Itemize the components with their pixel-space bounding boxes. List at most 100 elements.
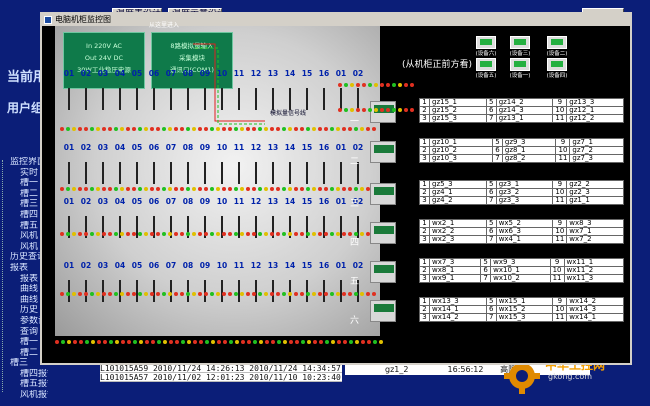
device-icon[interactable]: (设备一): [508, 58, 532, 79]
led-indicator: [264, 187, 268, 191]
led-indicator: [318, 127, 322, 131]
device-icon[interactable]: (设备四): [545, 58, 569, 79]
temperature-meter[interactable]: [370, 183, 396, 205]
grid-row[interactable]: 3 gz4_2 7 gz3_3 11 gz1_1: [419, 196, 624, 205]
led-indicator: [398, 108, 402, 112]
terminal-number: 10: [216, 261, 228, 270]
led-indicator: [132, 292, 136, 296]
led-indicator: [114, 187, 118, 191]
terminal-strip: [272, 162, 274, 184]
led-indicator: [276, 232, 280, 236]
grid-row[interactable]: 3 gz15_3 7 gz13_1 11 gz12_2: [419, 114, 624, 123]
temperature-meter[interactable]: [370, 141, 396, 163]
led-indicator: [318, 292, 322, 296]
terminal-strip: [306, 88, 308, 110]
led-indicator: [84, 127, 88, 131]
led-indicator: [300, 232, 304, 236]
window-app-icon: [44, 16, 52, 24]
terminal-label: 16: [318, 144, 330, 152]
device-icon[interactable]: (设备六): [474, 36, 498, 57]
led-indicator: [313, 340, 317, 344]
led-indicator: [258, 292, 262, 296]
led-indicator: [222, 187, 226, 191]
terminal-number: 10: [216, 69, 228, 78]
terminal-label: 09: [199, 198, 211, 206]
led-indicator: [348, 127, 352, 131]
grid-row[interactable]: 3 wx9_1 7 wx10_2 11 wx11_3: [419, 274, 625, 283]
led-indicator: [210, 127, 214, 131]
led-indicator: [350, 83, 354, 87]
led-indicator: [306, 232, 310, 236]
led-indicator: [198, 187, 202, 191]
led-indicator: [162, 292, 166, 296]
temperature-meter[interactable]: [370, 261, 396, 283]
grid-index-cell: 3: [419, 235, 430, 244]
terminal-strip: [221, 88, 223, 110]
led-indicator: [151, 340, 155, 344]
device-caption: (设备一): [509, 73, 531, 79]
led-indicator: [168, 232, 172, 236]
device-icon[interactable]: (设备五): [474, 58, 498, 79]
grid-tag-cell: wx10_2: [490, 274, 551, 283]
terminal-label: 01: [63, 144, 75, 152]
grid-index-cell: 11: [552, 313, 568, 322]
led-indicator: [367, 340, 371, 344]
terminal-number: 05: [131, 261, 143, 270]
terminal-number: 14: [284, 69, 296, 78]
terminal-label: 02: [80, 198, 92, 206]
record-row[interactable]: L101015A57 2010/11/02 12:01:23 2010/11/1…: [100, 373, 342, 382]
led-indicator: [270, 232, 274, 236]
led-indicator: [174, 187, 178, 191]
led-indicator: [138, 187, 142, 191]
window-titlebar[interactable]: 电脑机柜监控图: [42, 14, 630, 26]
led-indicator: [404, 108, 408, 112]
front-view-note: (从机柜正前方看): [402, 60, 473, 70]
led-indicator: [336, 187, 340, 191]
terminal-label: 10: [216, 262, 228, 270]
grid-index-cell: 11: [552, 196, 568, 205]
led-indicator: [72, 187, 76, 191]
terminal-label: 01: [335, 262, 347, 270]
temperature-meter[interactable]: [370, 222, 396, 244]
terminal-number: 13: [267, 69, 279, 78]
grid-row[interactable]: 3 gz10_3 7 gz8_2 11 gz7_3: [419, 154, 624, 163]
led-indicator: [312, 232, 316, 236]
led-indicator: [126, 127, 130, 131]
led-indicator: [264, 292, 268, 296]
led-indicator: [331, 340, 335, 344]
grid-tag-cell: gz7_3: [569, 154, 624, 163]
led-indicator: [115, 340, 119, 344]
terminal-label: 12: [250, 144, 262, 152]
terminal-number: 05: [131, 143, 143, 152]
terminal-label: 15: [301, 262, 313, 270]
led-indicator: [198, 127, 202, 131]
device-icon[interactable]: (设备二): [545, 36, 569, 57]
nav-tree-item[interactable]: 槽五报警设置: [0, 379, 48, 390]
grid-row[interactable]: 3 wx14_2 7 wx15_3 11 wx14_1: [419, 313, 624, 322]
led-indicator: [132, 232, 136, 236]
terminal-number: 02: [80, 143, 92, 152]
led-indicator: [222, 292, 226, 296]
grid-row[interactable]: 3 wx2_3 7 wx4_1 11 wx7_2: [419, 235, 624, 244]
terminal-label: 14: [284, 198, 296, 206]
led-row: [59, 126, 377, 132]
terminal-label: 09: [199, 70, 211, 78]
grid-tag-cell: gz1_1: [566, 196, 624, 205]
terminal-number: 01: [335, 143, 347, 152]
terminal-label: 03: [97, 144, 109, 152]
device-icon[interactable]: (设备三): [508, 36, 532, 57]
terminal-number: 08: [182, 143, 194, 152]
led-indicator: [356, 83, 360, 87]
terminal-strip: [272, 88, 274, 110]
cabinet-panel: In 220V AC Out 24V DC 30W工业稳压电源 8路模拟量输入 …: [55, 22, 380, 336]
record-row[interactable]: L101015A59 2010/11/24 14:26:13 2010/11/2…: [100, 364, 342, 373]
led-indicator: [204, 127, 208, 131]
nav-tree-item[interactable]: 风机报警设置: [0, 390, 48, 401]
led-indicator: [361, 340, 365, 344]
nav-tree-item[interactable]: 槽四报警设置: [0, 369, 48, 380]
temperature-meter[interactable]: [370, 300, 396, 322]
terminal-label: 03: [97, 70, 109, 78]
led-indicator: [210, 292, 214, 296]
led-indicator: [150, 292, 154, 296]
led-indicator: [288, 187, 292, 191]
